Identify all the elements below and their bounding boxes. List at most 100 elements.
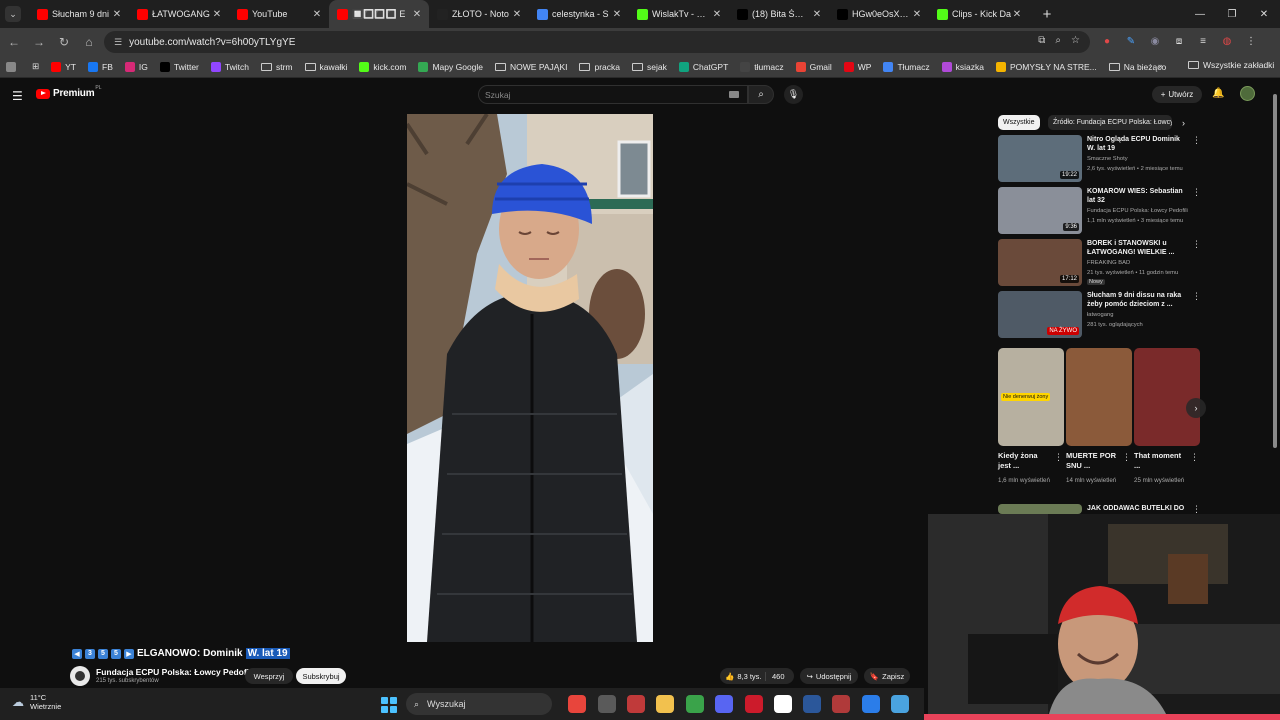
bookmark-item[interactable]: NOWE PAJĄKI	[495, 62, 567, 72]
close-window-icon[interactable]: ✕	[1248, 9, 1280, 20]
bookmark-item[interactable]: Twitter	[159, 61, 199, 72]
recommendation-channel[interactable]: FREAKING BAD	[1087, 260, 1130, 266]
more-options-icon[interactable]: ⋮	[1192, 239, 1201, 250]
bookmark-star-icon[interactable]: ☆	[1071, 35, 1080, 46]
short-thumbnail[interactable]	[1066, 348, 1132, 446]
short-title[interactable]: Kiedy żona jest ...	[998, 451, 1050, 471]
recommendation-title[interactable]: Słucham 9 dni dissu na raka żeby pomóc d…	[1087, 291, 1187, 309]
search-icon[interactable]: ⌕	[748, 85, 774, 104]
support-button[interactable]: Wesprzyj	[245, 668, 293, 684]
discord-icon[interactable]	[715, 695, 733, 713]
list-item[interactable]: NA ŻYWO Słucham 9 dni dissu na raka żeby …	[998, 291, 1201, 339]
shorts-next-icon[interactable]: ›	[1186, 398, 1206, 418]
share-button[interactable]: ↪ Udostępnij	[800, 668, 858, 684]
recommendation-channel[interactable]: łatwogang	[1087, 312, 1113, 318]
taskbar-search[interactable]: ⌕ Wyszukaj	[406, 693, 552, 715]
channel-name[interactable]: Fundacja ECPU Polska: Łowcy Pedofili	[96, 667, 254, 677]
all-bookmarks[interactable]: Wszystkie zakładki	[1188, 60, 1274, 70]
bookmark-item[interactable]: YT	[51, 61, 76, 72]
tab-close-icon[interactable]: ✕	[811, 9, 823, 20]
bookmark-item[interactable]: ChatGPT	[678, 61, 728, 72]
video-thumbnail[interactable]: 19:22	[998, 135, 1082, 182]
chip-all[interactable]: Wszystkie	[998, 115, 1040, 130]
profile-icon[interactable]: ◍	[1220, 34, 1234, 48]
scrollbar-thumb[interactable]	[1273, 94, 1277, 448]
tab-close-icon[interactable]: ✕	[1011, 9, 1023, 20]
short-title[interactable]: MUERTE POR SNU ...	[1066, 451, 1118, 471]
tab-close-icon[interactable]: ✕	[411, 9, 423, 20]
list-item[interactable]: 19:22 Nitro Ogląda ECPU Dominik W. lat 19…	[998, 135, 1201, 183]
chip-source[interactable]: Źródło: Fundacja ECPU Polska: Łowcy	[1048, 115, 1172, 130]
recommendation-title[interactable]: BOREK i STANOWSKI u ŁATWOGANG! WIELKIE .…	[1087, 239, 1187, 257]
bookmark-item[interactable]: Mapy Google	[418, 61, 483, 72]
bookmark-item[interactable]: IG	[124, 61, 148, 72]
opera-icon[interactable]	[745, 695, 763, 713]
video-player[interactable]	[407, 114, 653, 642]
bookmark-item[interactable]: kawałki	[304, 62, 347, 72]
tab-1[interactable]: Słucham 9 dni ✕	[29, 0, 129, 28]
apps-launcher-icon[interactable]: ⊞	[32, 61, 39, 72]
list-item[interactable]: 17:12 BOREK i STANOWSKI u ŁATWOGANG! WIEL…	[998, 239, 1201, 287]
recommendation-title[interactable]: KOMARÓW WIEŚ: Sebastian lat 32	[1087, 187, 1187, 205]
media-controls-icon[interactable]: ≡	[1196, 34, 1210, 48]
site-info-icon[interactable]: ☰	[114, 37, 122, 48]
bookmark-item[interactable]: ksiazka	[941, 61, 984, 72]
address-bar[interactable]: ☰ youtube.com/watch?v=6h00yTLYgYE ⧉ ⌕ ☆	[104, 31, 1090, 53]
more-options-icon[interactable]: ⋮	[1190, 452, 1199, 463]
bookmark-item[interactable]: kick.com	[359, 61, 406, 72]
photo-app-icon[interactable]	[627, 695, 645, 713]
more-options-icon[interactable]: ⋮	[1122, 452, 1131, 463]
tab-7[interactable]: WislakTv - Wat ✕	[629, 0, 729, 28]
video-thumbnail[interactable]	[998, 504, 1082, 514]
bookmark-item[interactable]: FB	[88, 61, 113, 72]
tab-6[interactable]: celestynka - S ✕	[529, 0, 629, 28]
notifications-bell-icon[interactable]: 🔔	[1212, 88, 1224, 99]
bookmark-item[interactable]: sejak	[632, 62, 667, 72]
notion-icon[interactable]	[774, 695, 792, 713]
word-icon[interactable]	[803, 695, 821, 713]
search-input[interactable]: Szukaj	[478, 85, 748, 104]
shield-extension-icon[interactable]: ◉	[1148, 34, 1162, 48]
extensions-puzzle-icon[interactable]: ⧈	[1172, 34, 1186, 48]
tab-9[interactable]: HGw0eOsXQA ✕	[829, 0, 929, 28]
more-options-icon[interactable]: ⋮	[1192, 135, 1201, 146]
bookmark-item[interactable]: Twitch	[210, 61, 249, 72]
tab-4[interactable]: 🔲🔳🔳🔳 E ✕	[329, 0, 429, 28]
forward-icon[interactable]: →	[28, 35, 50, 49]
channel-avatar[interactable]	[70, 666, 90, 686]
weather-widget[interactable]: ☁ 11°C Wietrznie	[12, 693, 61, 711]
chrome-icon[interactable]	[568, 695, 586, 713]
bookmarks-overflow-icon[interactable]: »	[1158, 61, 1163, 71]
bookmark-item[interactable]: POMYSŁY NA STRE...	[995, 61, 1097, 72]
tab-close-icon[interactable]: ✕	[711, 9, 723, 20]
record-extension-icon[interactable]: ●	[1100, 34, 1114, 48]
video-thumbnail[interactable]: NA ŻYWO	[998, 291, 1082, 338]
back-icon[interactable]: ←	[3, 35, 25, 49]
bookmark-item[interactable]: tłumacz	[740, 61, 784, 72]
short-thumbnail[interactable]	[1134, 348, 1200, 446]
create-button[interactable]: + Utwórz	[1152, 86, 1202, 103]
translate-extension-icon[interactable]: ✎	[1124, 34, 1138, 48]
subscribe-button[interactable]: Subskrybuj	[296, 668, 346, 684]
home-icon[interactable]: ⌂	[78, 35, 100, 49]
recommendation-channel[interactable]: Smaczne Shoty	[1087, 156, 1128, 162]
video-thumbnail[interactable]: 17:12	[998, 239, 1082, 286]
tab-close-icon[interactable]: ✕	[311, 9, 323, 20]
tab-2[interactable]: ŁATWOGANG ✕	[129, 0, 229, 28]
maximize-icon[interactable]: ❐	[1216, 9, 1248, 20]
tab-close-icon[interactable]: ✕	[611, 9, 623, 20]
file-explorer-icon[interactable]	[656, 695, 674, 713]
like-button[interactable]: 👍 8,3 tys.	[720, 671, 766, 681]
bookmark-item[interactable]: Tłumacz	[883, 61, 930, 72]
settings-icon[interactable]	[598, 695, 616, 713]
microphone-icon[interactable]: 🎙	[784, 85, 803, 104]
apps-grid-icon[interactable]	[6, 61, 20, 72]
guide-menu-icon[interactable]: ☰	[12, 89, 23, 103]
tab-close-icon[interactable]: ✕	[911, 9, 923, 20]
minimize-icon[interactable]: —	[1184, 9, 1216, 20]
list-item[interactable]: JAK ODDAWAĆ BUTELKI DO ⋮	[998, 504, 1201, 514]
onedrive-icon[interactable]	[862, 695, 880, 713]
install-app-icon[interactable]: ⧉	[1038, 35, 1045, 46]
more-options-icon[interactable]: ⋮	[1192, 187, 1201, 198]
bookmark-item[interactable]: pracka	[579, 62, 620, 72]
